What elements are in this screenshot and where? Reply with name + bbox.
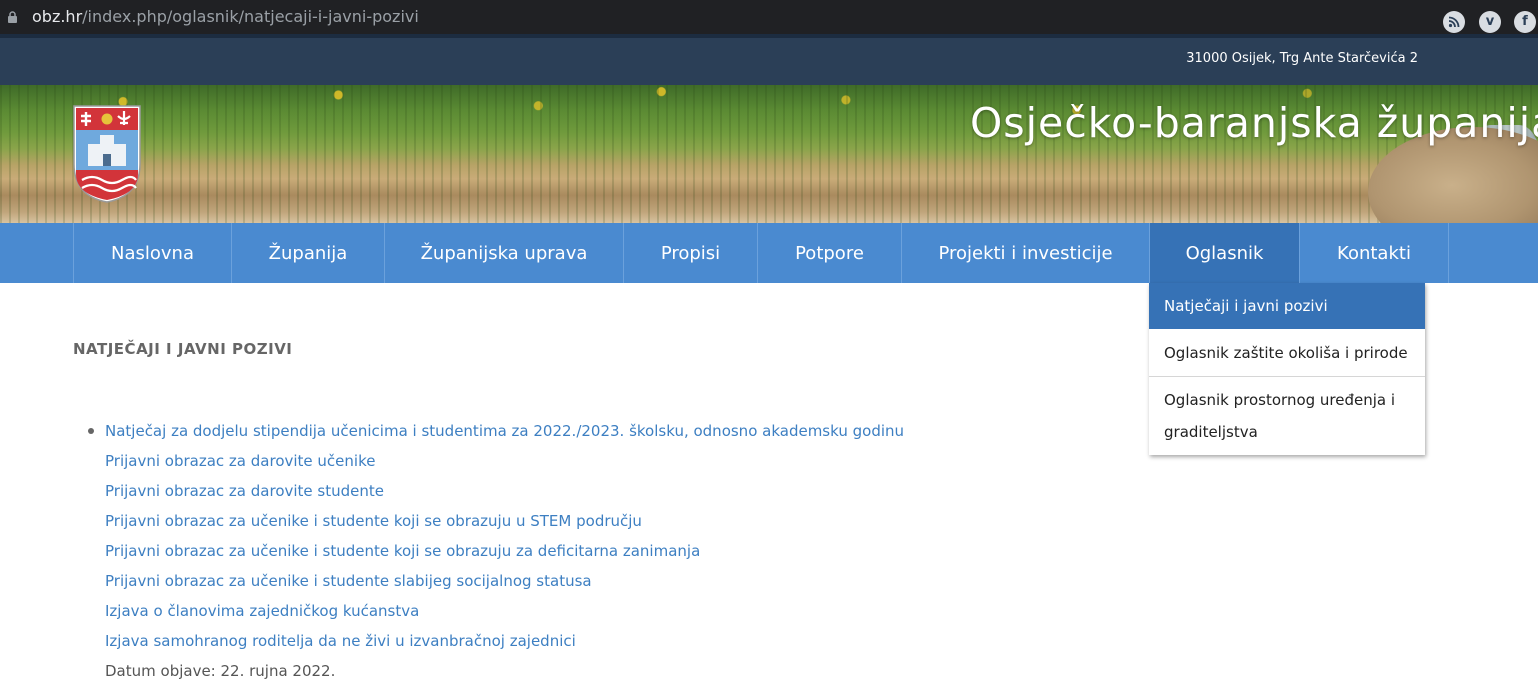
url-domain: obz.hr: [32, 7, 83, 26]
nav-item-potpore[interactable]: Potpore: [757, 223, 901, 283]
page-title: NATJEČAJI I JAVNI POZIVI: [73, 340, 293, 358]
list-bullet: [88, 428, 94, 434]
nav-item-kontakti[interactable]: Kontakti: [1299, 223, 1449, 283]
site-title: Osječko-baranjska županija: [970, 99, 1538, 147]
announcement-list: Natječaj za dodjelu stipendija učenicima…: [105, 419, 1105, 689]
contact-address: 31000 Osijek, Trg Ante Starčevića 2: [1186, 51, 1418, 66]
lock-icon: [8, 11, 17, 23]
oglasnik-dropdown-menu: Natječaji i javni pozivi Oglasnik zaštit…: [1149, 283, 1425, 455]
nav-item-zupanijska-uprava[interactable]: Županijska uprava: [384, 223, 623, 283]
url-text[interactable]: obz.hr/index.php/oglasnik/natjecaji-i-ja…: [32, 7, 419, 26]
nav-item-oglasnik[interactable]: Oglasnik: [1149, 223, 1299, 283]
nav-item-propisi[interactable]: Propisi: [623, 223, 757, 283]
top-info-bar: 31000 Osijek, Trg Ante Starčevića 2: [0, 34, 1538, 85]
main-navigation: Naslovna Županija Županijska uprava Prop…: [0, 223, 1538, 283]
document-link[interactable]: Prijavni obrazac za učenike i studente s…: [105, 569, 1105, 599]
nav-item-naslovna[interactable]: Naslovna: [73, 223, 231, 283]
document-link[interactable]: Prijavni obrazac za darovite učenike: [105, 449, 1105, 479]
facebook-icon[interactable]: f: [1514, 11, 1536, 33]
header-banner: Osječko-baranjska županija: [0, 85, 1538, 223]
announcement-link[interactable]: Natječaj za dodjelu stipendija učenicima…: [105, 419, 1105, 449]
publish-date: Datum objave: 22. rujna 2022.: [105, 662, 336, 680]
nav-item-zupanija[interactable]: Županija: [231, 223, 384, 283]
dropdown-item-oglasnik-okolisa[interactable]: Oglasnik zaštite okoliša i prirode: [1149, 329, 1425, 377]
rss-icon[interactable]: [1443, 11, 1465, 33]
nav-item-projekti-i-investicije[interactable]: Projekti i investicije: [901, 223, 1149, 283]
url-path: /index.php/oglasnik/natjecaji-i-javni-po…: [82, 7, 419, 26]
document-link[interactable]: Prijavni obrazac za darovite studente: [105, 479, 1105, 509]
county-coat-of-arms-logo[interactable]: [72, 104, 142, 204]
dropdown-item-natjecaji[interactable]: Natječaji i javni pozivi: [1149, 283, 1425, 329]
document-link[interactable]: Izjava o članovima zajedničkog kućanstva: [105, 599, 1105, 629]
document-link[interactable]: Izjava samohranog roditelja da ne živi u…: [105, 629, 1105, 659]
document-link[interactable]: Prijavni obrazac za učenike i studente k…: [105, 509, 1105, 539]
dropdown-item-oglasnik-prostornog-uredenja[interactable]: Oglasnik prostornog uređenja i graditelj…: [1149, 377, 1425, 455]
browser-address-bar[interactable]: obz.hr/index.php/oglasnik/natjecaji-i-ja…: [0, 0, 1538, 34]
document-link[interactable]: Prijavni obrazac za učenike i studente k…: [105, 539, 1105, 569]
vimeo-icon[interactable]: v: [1479, 11, 1501, 33]
